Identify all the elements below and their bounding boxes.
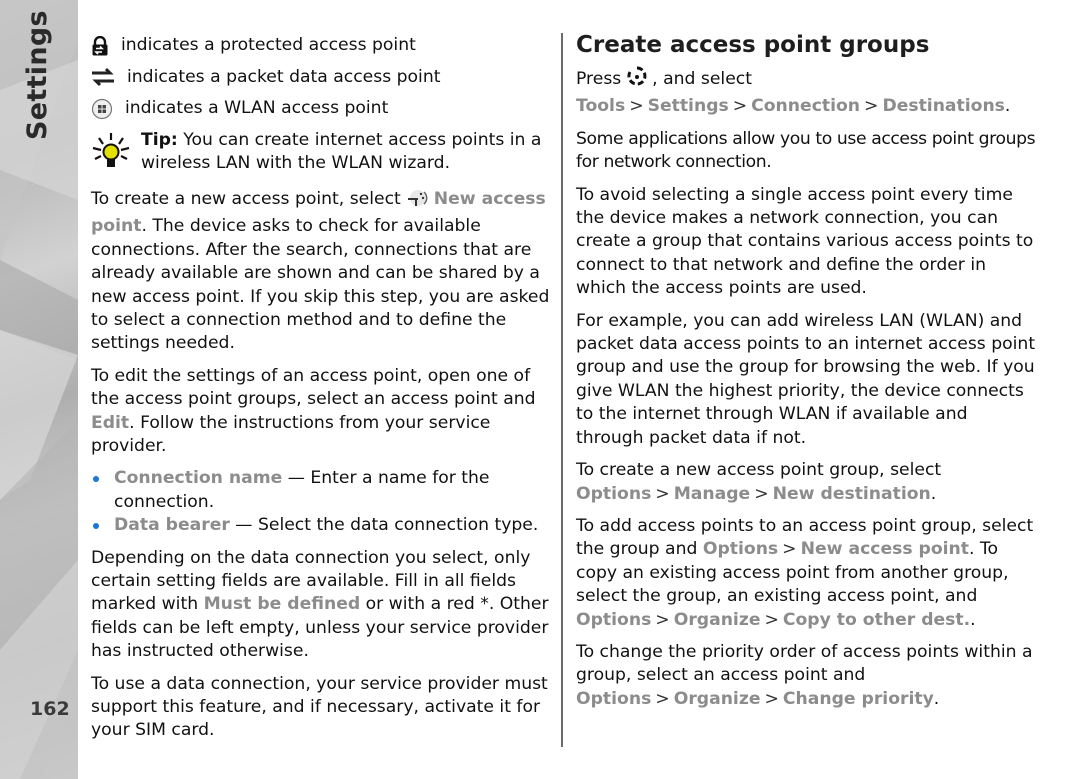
paragraph-change-priority: To change the priority order of access p… — [576, 641, 1036, 711]
paragraph-new-group: To create a new access point group, sele… — [576, 459, 1036, 506]
list-item: Data bearer — Select the data connection… — [91, 514, 553, 537]
page-number: 162 — [30, 698, 70, 720]
text: To create a new access point group, sele… — [576, 460, 942, 481]
path-separator: > — [764, 688, 779, 709]
text: . Follow the instructions from your serv… — [91, 412, 491, 456]
text: To create a new access point, select — [91, 188, 407, 209]
ui-organize: Organize — [673, 609, 761, 630]
paragraph-add-access-points: To add access points to an access point … — [576, 515, 1036, 632]
section-heading: Create access point groups — [576, 32, 930, 58]
path-separator: > — [782, 539, 797, 560]
ui-data-bearer: Data bearer — [114, 515, 230, 536]
tip-body: You can create internet access points in… — [141, 129, 542, 173]
ui-connection-name: Connection name — [114, 468, 283, 489]
lightbulb-tip-icon — [91, 129, 141, 178]
legend-text: indicates a packet data access point — [127, 66, 441, 87]
path-separator: > — [754, 483, 769, 504]
legend-text: indicates a WLAN access point — [125, 98, 389, 119]
path-separator: > — [655, 688, 670, 709]
tip-label: Tip: — [141, 129, 178, 150]
paragraph-edit-settings: To edit the settings of an access point,… — [91, 365, 553, 459]
settings-bullet-list: Connection name — Enter a name for the c… — [91, 467, 553, 537]
paragraph-press-path: Press , and select Tools > Settings > Connec… — [576, 66, 1036, 119]
legend-item-wlan: indicates a WLAN access point — [91, 93, 553, 125]
ui-tools: Tools — [576, 96, 626, 117]
ui-options: Options — [702, 539, 779, 560]
text: . — [1004, 96, 1011, 117]
left-column: indicates a protected access point indic… — [91, 30, 553, 752]
paragraph-some-applications: Some applications allow you to use acces… — [576, 128, 1036, 173]
legend-item-packet-data: indicates a packet data access point — [91, 62, 553, 94]
ui-new-destination: New destination — [772, 483, 931, 504]
path-separator: > — [655, 609, 670, 630]
column-divider — [561, 33, 563, 747]
path-separator: > — [764, 609, 779, 630]
legend-item-protected: indicates a protected access point — [91, 30, 553, 62]
path-separator: > — [655, 483, 670, 504]
text: Press — [576, 69, 627, 89]
ui-organize: Organize — [673, 688, 761, 709]
ui-must-be-defined: Must be defined — [203, 594, 361, 615]
ui-options: Options — [576, 483, 652, 504]
ui-connection: Connection — [751, 96, 861, 117]
text: To change the priority order of access p… — [576, 641, 1033, 686]
text: , and select — [646, 69, 752, 89]
text: . The device asks to check for available… — [91, 216, 550, 354]
ui-copy-to-other-dest: Copy to other dest. — [782, 609, 971, 630]
packet-data-arrows-icon — [91, 67, 127, 87]
new-access-point-icon — [406, 188, 428, 215]
ui-edit: Edit — [91, 412, 130, 433]
section-title: Settings — [22, 10, 53, 140]
tip-text: Tip: You can create internet access poin… — [141, 129, 553, 178]
text: . — [933, 688, 940, 709]
lock-icon — [91, 35, 121, 56]
path-separator: > — [732, 96, 748, 117]
tip-box: Tip: You can create internet access poin… — [91, 129, 553, 178]
bullet-icon — [93, 523, 99, 530]
ui-change-priority: Change priority — [782, 688, 934, 709]
path-separator: > — [864, 96, 879, 117]
right-column: Create access point groups Press , and s… — [576, 30, 1036, 720]
text: . — [970, 609, 976, 630]
text: To edit the settings of an access point,… — [91, 365, 536, 410]
ui-settings: Settings — [647, 96, 729, 117]
ui-destinations: Destinations — [882, 96, 1005, 117]
text: — Select the data connection type. — [229, 515, 539, 536]
ui-options: Options — [576, 609, 652, 630]
ui-manage: Manage — [673, 483, 751, 504]
path-separator: > — [629, 96, 644, 117]
ui-new-access-point: New access point — [800, 539, 969, 560]
paragraph-example: For example, you can add wireless LAN (W… — [576, 310, 1036, 448]
bullet-icon — [93, 476, 99, 483]
paragraph-fields: Depending on the data connection you sel… — [91, 547, 553, 664]
list-item: Connection name — Enter a name for the c… — [91, 467, 553, 514]
paragraph-avoid-selecting: To avoid selecting a single access point… — [576, 184, 1034, 299]
paragraph-new-access-point: To create a new access point, select New… — [91, 188, 553, 356]
text: . — [930, 483, 937, 504]
sidebar-band: Settings 162 — [0, 0, 78, 779]
paragraph-data-connection: To use a data connection, your service p… — [91, 673, 548, 741]
menu-key-icon — [627, 66, 647, 95]
legend-text: indicates a protected access point — [121, 35, 416, 56]
wlan-icon — [91, 98, 125, 120]
ui-options: Options — [576, 688, 652, 709]
